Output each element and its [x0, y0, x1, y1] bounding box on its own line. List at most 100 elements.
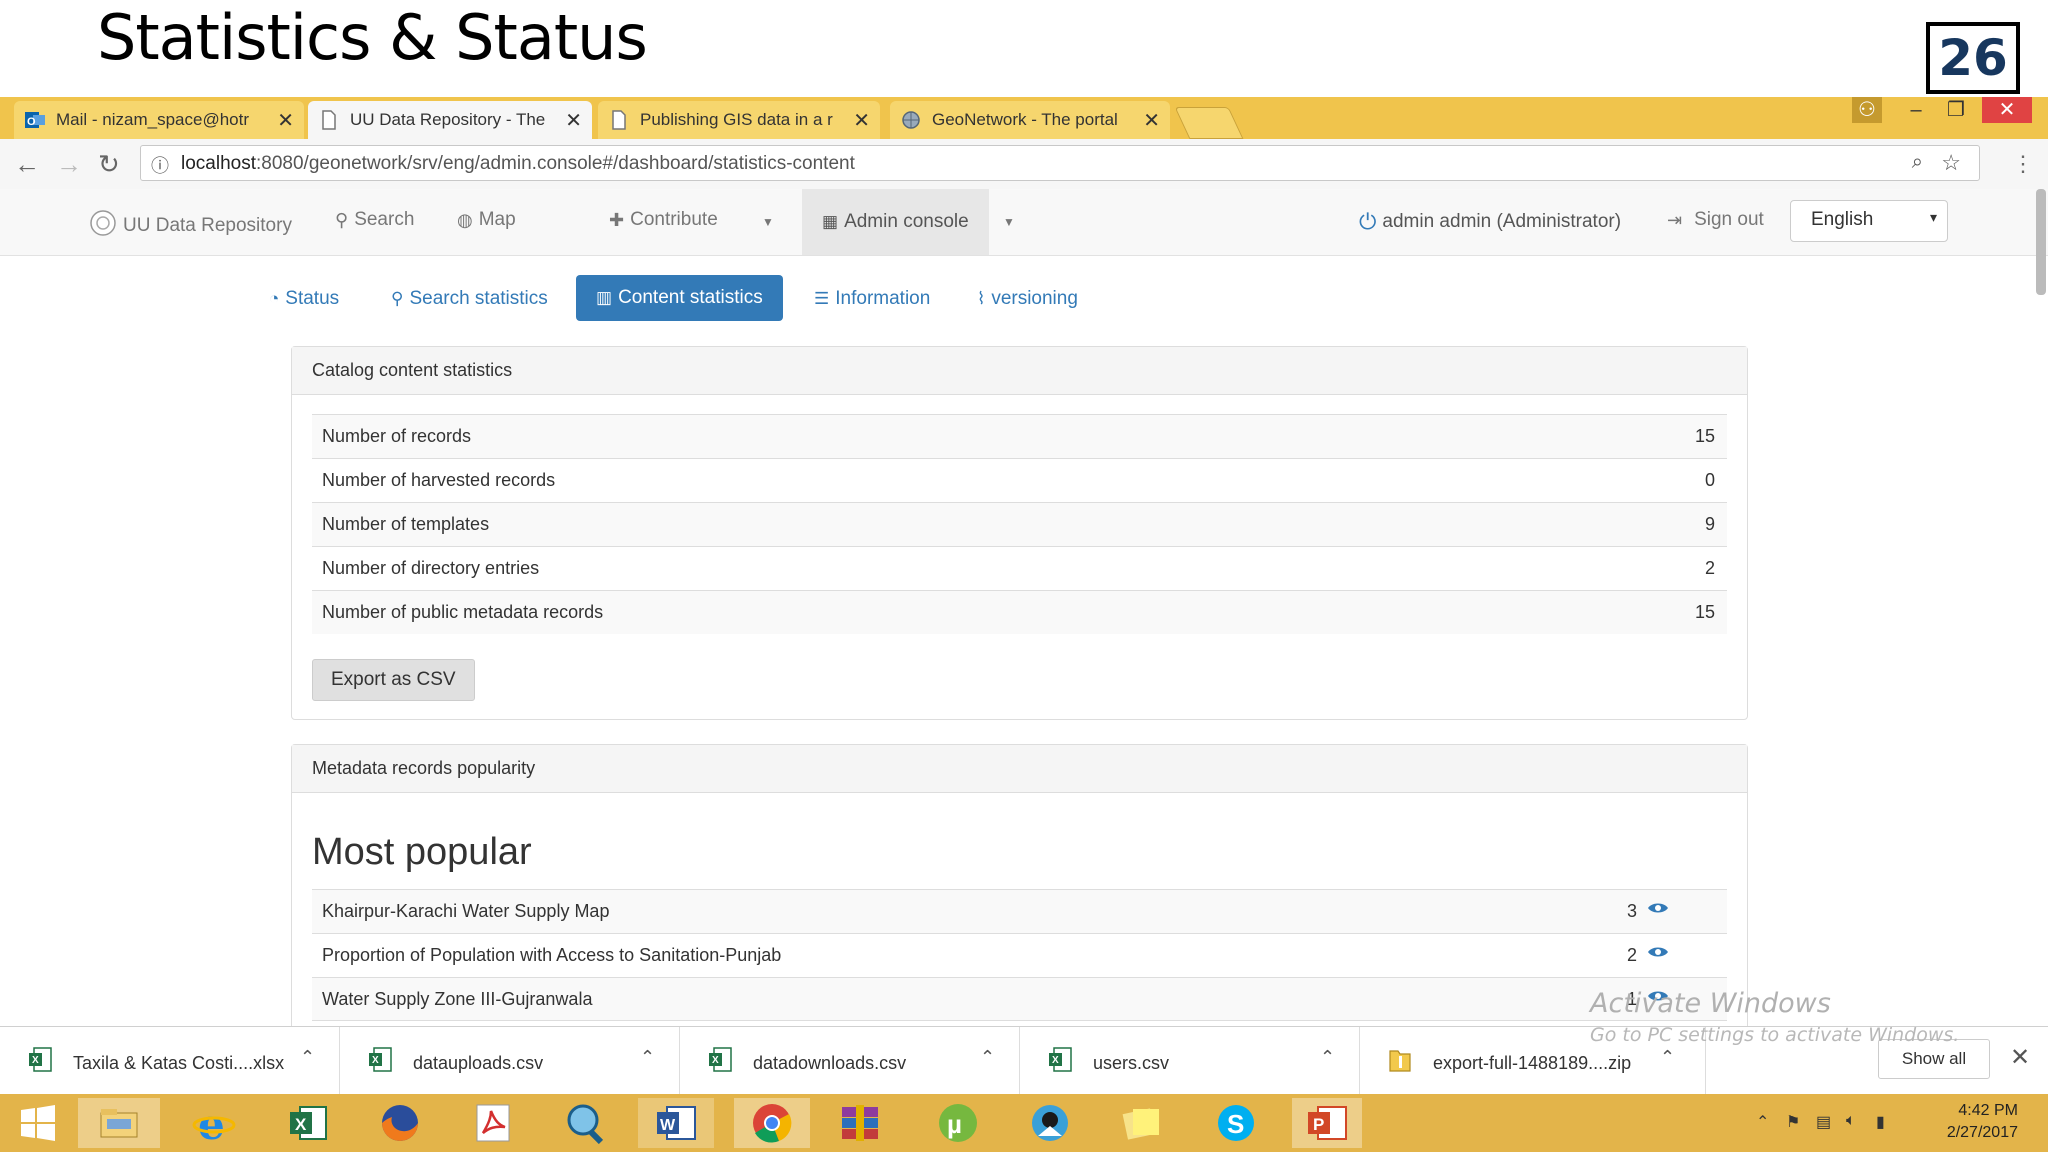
- tab-status[interactable]: ◔ Status: [269, 288, 339, 310]
- svg-text:X: X: [1052, 1055, 1059, 1066]
- browser-tab-geonetwork[interactable]: GeoNetwork - The portal ✕: [890, 101, 1170, 139]
- powerpoint-app-icon[interactable]: P: [1292, 1098, 1362, 1148]
- skype-icon[interactable]: S: [1208, 1098, 1264, 1148]
- excel-file-icon: X: [708, 1047, 732, 1078]
- browser-tab-mail[interactable]: O Mail - nizam_space@hotr ✕: [14, 101, 304, 139]
- tab-search-statistics[interactable]: ⚲ Search statistics: [391, 288, 548, 310]
- browser-menu-icon[interactable]: ⋮: [2012, 149, 2034, 179]
- admin-dropdown-caret[interactable]: ▼: [1003, 215, 1015, 229]
- nav-admin-console[interactable]: ▦ Admin console: [802, 189, 989, 255]
- download-item[interactable]: X users.csv ⌃: [1020, 1027, 1360, 1095]
- table-row[interactable]: Khairpur-Karachi Water Supply Map 3: [312, 889, 1727, 933]
- user-menu[interactable]: ⏻ admin admin (Administrator): [1359, 209, 1621, 235]
- close-icon[interactable]: ✕: [853, 108, 870, 133]
- sign-out-link[interactable]: ⇥ Sign out: [1667, 209, 1764, 231]
- download-item[interactable]: X datadownloads.csv ⌃: [680, 1027, 1020, 1095]
- action-center-flag-icon[interactable]: ⚑: [1786, 1112, 1800, 1132]
- close-window-icon[interactable]: ✕: [1982, 97, 2032, 123]
- contribute-dropdown-caret[interactable]: ▼: [762, 215, 774, 229]
- chevron-up-icon[interactable]: ⌃: [300, 1047, 315, 1068]
- slide-number: 26: [1926, 22, 2020, 94]
- utorrent-icon[interactable]: µ: [930, 1098, 986, 1148]
- word-app-icon[interactable]: W: [638, 1098, 714, 1148]
- internet-explorer-icon[interactable]: e: [186, 1098, 242, 1148]
- svg-text:O: O: [27, 116, 36, 128]
- table-row: Number of directory entries 2: [312, 546, 1727, 590]
- close-icon[interactable]: ✕: [1143, 108, 1160, 133]
- language-select[interactable]: English ▾: [1790, 200, 1948, 242]
- activation-watermark-title: Activate Windows: [1590, 988, 1831, 1019]
- magnifier-search-icon[interactable]: [558, 1098, 614, 1148]
- tab-content-statistics[interactable]: ▥ Content statistics: [576, 275, 783, 321]
- app-icon[interactable]: [1022, 1098, 1078, 1148]
- slide-title: Statistics & Status: [97, 1, 648, 74]
- browser-tab-uu-data-repository[interactable]: UU Data Repository - The ✕: [308, 101, 592, 139]
- dashboard-icon: ◔: [269, 289, 280, 308]
- browser-tab-publishing-gis[interactable]: Publishing GIS data in a r ✕: [598, 101, 880, 139]
- chevron-up-icon[interactable]: ⌃: [640, 1047, 655, 1068]
- info-icon[interactable]: ⓘ: [151, 152, 169, 178]
- system-clock[interactable]: 4:42 PM 2/27/2017: [1947, 1100, 2018, 1144]
- download-item[interactable]: X Taxila & Katas Costi....xlsx ⌃: [0, 1027, 340, 1095]
- catalog-statistics-panel: Catalog content statistics Number of rec…: [291, 346, 1748, 720]
- close-icon[interactable]: ✕: [277, 108, 294, 133]
- back-icon[interactable]: ←: [14, 149, 40, 179]
- network-icon[interactable]: ▤: [1816, 1112, 1831, 1132]
- search-icon: ⚲: [335, 209, 349, 230]
- start-windows-icon[interactable]: [10, 1098, 66, 1148]
- eye-icon[interactable]: [1647, 900, 1669, 921]
- nav-search[interactable]: ⚲ Search: [335, 209, 414, 231]
- chevron-down-icon: ▾: [1929, 209, 1937, 225]
- new-tab-button[interactable]: [1174, 107, 1244, 139]
- table-row[interactable]: Water Supply Zone III-Gujranwala 1: [312, 977, 1727, 1021]
- geonetwork-icon: [900, 109, 922, 131]
- reload-icon[interactable]: ↻: [98, 149, 120, 179]
- minimize-icon[interactable]: –: [1898, 97, 1934, 123]
- excel-app-icon[interactable]: X: [280, 1098, 336, 1148]
- eye-icon[interactable]: [1647, 944, 1669, 965]
- zoom-icon[interactable]: ⌕: [1912, 151, 1923, 174]
- user-profile-icon[interactable]: ⚇: [1852, 97, 1882, 123]
- bar-chart-icon: ▥: [596, 288, 613, 307]
- firefox-icon[interactable]: [372, 1098, 428, 1148]
- nav-map[interactable]: ◍ Map: [457, 209, 516, 231]
- sign-out-icon: ⇥: [1667, 209, 1683, 230]
- battery-icon[interactable]: ▮: [1876, 1112, 1885, 1132]
- chevron-up-icon[interactable]: ⌃: [1320, 1047, 1335, 1068]
- restore-icon[interactable]: ❐: [1938, 97, 1974, 123]
- windows-taskbar: e X W µ S P ⌃ ⚑ ▤ 🔈︎ ▮ 4:42 PM 2/27/2017: [0, 1094, 2048, 1152]
- tray-overflow-icon[interactable]: ⌃: [1756, 1112, 1769, 1132]
- volume-icon[interactable]: 🔈︎: [1846, 1112, 1856, 1130]
- table-row: Number of harvested records 0: [312, 458, 1727, 502]
- chrome-icon[interactable]: [734, 1098, 810, 1148]
- tab-versioning[interactable]: ⌇ versioning: [977, 288, 1078, 310]
- table-row: Number of templates 9: [312, 502, 1727, 546]
- chevron-up-icon[interactable]: ⌃: [980, 1047, 995, 1068]
- close-icon[interactable]: ✕: [565, 108, 582, 133]
- activation-watermark-subtitle: Go to PC settings to activate Windows.: [1590, 1024, 1960, 1046]
- grid-icon: ▦: [822, 212, 839, 231]
- pdf-reader-icon[interactable]: [465, 1098, 521, 1148]
- address-bar: ← → ↻ ⓘ localhost:8080/geonetwork/srv/en…: [0, 139, 2048, 190]
- url-input[interactable]: ⓘ localhost:8080/geonetwork/srv/eng/admi…: [140, 145, 1980, 181]
- bookmark-star-icon[interactable]: ☆: [1941, 150, 1961, 176]
- tab-information[interactable]: ☰ Information: [814, 288, 930, 310]
- outlook-icon: O: [24, 109, 46, 131]
- table-row: Number of records 15: [312, 414, 1727, 458]
- page-scrollbar-thumb[interactable]: [2036, 189, 2046, 295]
- winrar-icon[interactable]: [832, 1098, 888, 1148]
- svg-text:X: X: [712, 1055, 719, 1066]
- forward-icon[interactable]: →: [56, 149, 82, 179]
- table-row[interactable]: Proportion of Population with Access to …: [312, 933, 1727, 977]
- close-icon[interactable]: ✕: [2010, 1043, 2030, 1072]
- sticky-notes-icon[interactable]: [1114, 1098, 1170, 1148]
- excel-file-icon: X: [368, 1047, 392, 1078]
- chevron-up-icon[interactable]: ⌃: [1660, 1047, 1675, 1068]
- svg-text:X: X: [32, 1055, 39, 1066]
- export-csv-button[interactable]: Export as CSV: [312, 659, 475, 701]
- brand-link[interactable]: UU Data Repository: [89, 209, 292, 242]
- file-explorer-icon[interactable]: [78, 1098, 160, 1148]
- download-item[interactable]: X datauploads.csv ⌃: [340, 1027, 680, 1095]
- page-icon: [318, 109, 340, 131]
- nav-contribute[interactable]: ✚ Contribute: [609, 209, 718, 231]
